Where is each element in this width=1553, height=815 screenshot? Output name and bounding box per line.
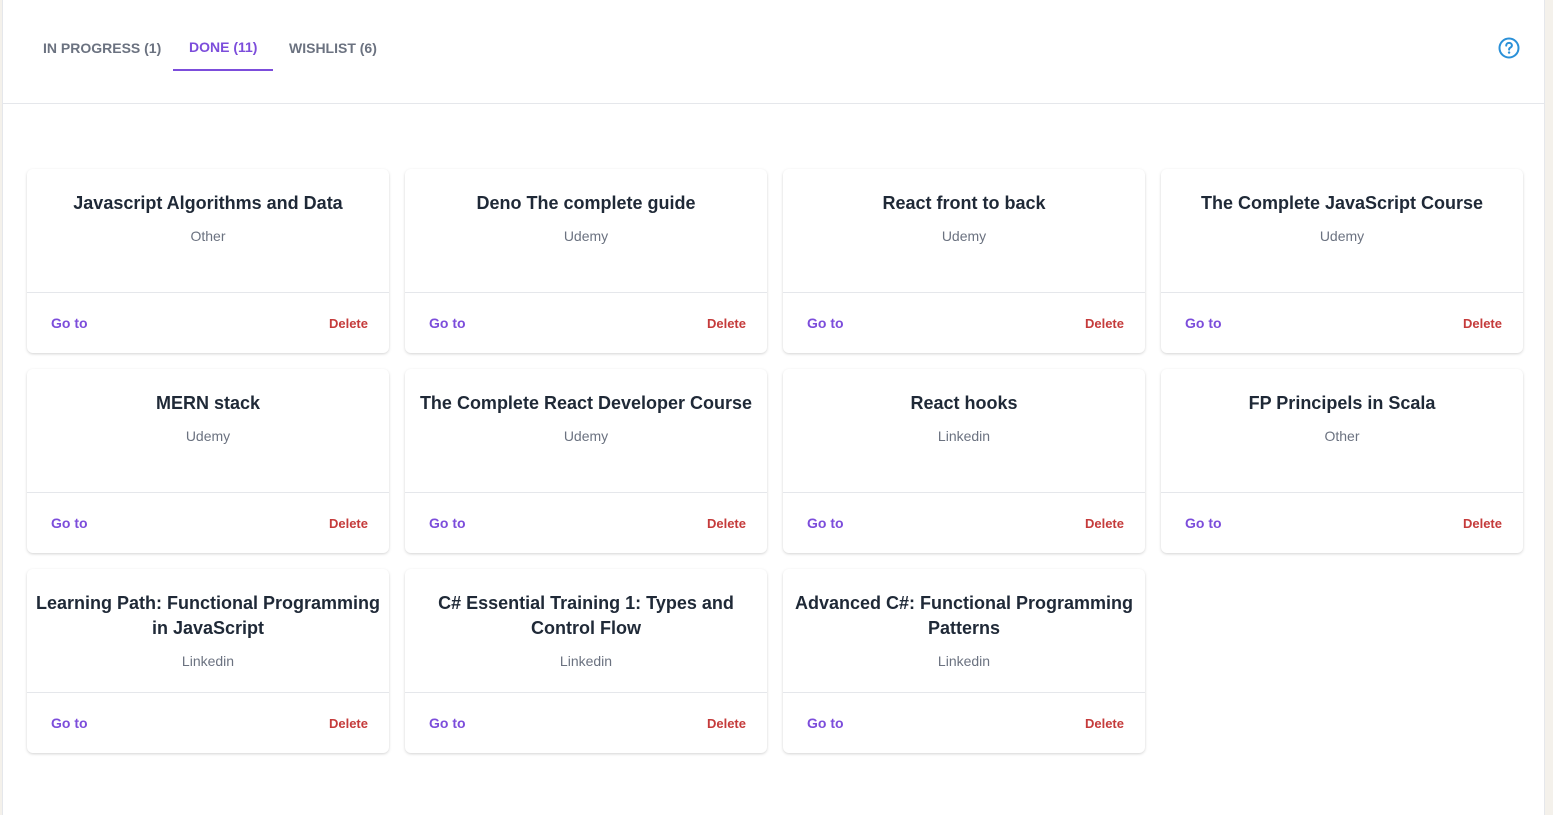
course-card: React front to back Udemy Go to Delete [783,169,1145,353]
course-card: Javascript Algorithms and Data Other Go … [27,169,389,353]
tab-wishlist[interactable]: WISHLIST (6) [273,24,393,71]
go-to-link[interactable]: Go to [1185,315,1222,331]
course-title: The Complete JavaScript Course [1200,193,1484,213]
course-provider: Linkedin [937,428,991,444]
course-provider: Udemy [1319,228,1365,244]
course-card: C# Essential Training 1: Types and Contr… [405,569,767,753]
course-card: React hooks Linkedin Go to Delete [783,369,1145,553]
go-to-link[interactable]: Go to [1185,515,1222,531]
course-title: React front to back [882,193,1046,213]
card-footer: Go to Delete [405,493,767,553]
card-footer: Go to Delete [783,493,1145,553]
delete-link[interactable]: Delete [329,716,368,731]
card-body: Advanced C#: Functional Programming Patt… [783,569,1145,693]
course-card: The Complete React Developer Course Udem… [405,369,767,553]
delete-link[interactable]: Delete [707,516,746,531]
go-to-link[interactable]: Go to [429,715,466,731]
course-provider: Udemy [563,228,609,244]
card-footer: Go to Delete [1161,493,1523,553]
card-footer: Go to Delete [783,293,1145,353]
course-title: FP Principels in Scala [1248,393,1436,413]
card-footer: Go to Delete [405,293,767,353]
course-provider: Linkedin [937,653,991,669]
course-title: React hooks [910,393,1018,413]
card-footer: Go to Delete [27,493,389,553]
course-provider: Udemy [563,428,609,444]
course-card: FP Principels in Scala Other Go to Delet… [1161,369,1523,553]
question-circle-icon[interactable] [1498,37,1520,59]
delete-link[interactable]: Delete [1085,316,1124,331]
delete-link[interactable]: Delete [329,516,368,531]
card-footer: Go to Delete [27,693,389,753]
go-to-link[interactable]: Go to [51,715,88,731]
card-footer: Go to Delete [27,293,389,353]
go-to-link[interactable]: Go to [429,515,466,531]
course-title: Learning Path: Functional Programming in… [35,593,381,638]
go-to-link[interactable]: Go to [807,315,844,331]
course-provider: Linkedin [181,653,235,669]
course-provider: Other [1324,428,1360,444]
card-body: Learning Path: Functional Programming in… [27,569,389,693]
course-title: Javascript Algorithms and Data [73,193,343,213]
course-card: The Complete JavaScript Course Udemy Go … [1161,169,1523,353]
course-card: Advanced C#: Functional Programming Patt… [783,569,1145,753]
course-provider: Udemy [941,228,987,244]
go-to-link[interactable]: Go to [429,315,466,331]
card-body: The Complete JavaScript Course Udemy [1161,169,1523,293]
card-footer: Go to Delete [405,693,767,753]
course-provider: Linkedin [559,653,613,669]
tab-in-progress[interactable]: IN PROGRESS (1) [27,24,177,71]
card-body: FP Principels in Scala Other [1161,369,1523,493]
card-body: Deno The complete guide Udemy [405,169,767,293]
go-to-link[interactable]: Go to [807,715,844,731]
go-to-link[interactable]: Go to [51,515,88,531]
card-footer: Go to Delete [783,693,1145,753]
delete-link[interactable]: Delete [1463,316,1502,331]
course-title: Advanced C#: Functional Programming Patt… [794,593,1134,638]
delete-link[interactable]: Delete [1085,716,1124,731]
course-card: Learning Path: Functional Programming in… [27,569,389,753]
card-body: The Complete React Developer Course Udem… [405,369,767,493]
delete-link[interactable]: Delete [1085,516,1124,531]
delete-link[interactable]: Delete [707,316,746,331]
card-footer: Go to Delete [1161,293,1523,353]
delete-link[interactable]: Delete [707,716,746,731]
go-to-link[interactable]: Go to [807,515,844,531]
course-title: MERN stack [155,393,261,413]
go-to-link[interactable]: Go to [51,315,88,331]
course-title: The Complete React Developer Course [419,393,753,413]
tabs-bar: IN PROGRESS (1) DONE (11) WISHLIST (6) [3,0,1544,104]
card-body: MERN stack Udemy [27,369,389,493]
card-body: React front to back Udemy [783,169,1145,293]
tab-done[interactable]: DONE (11) [173,24,274,71]
course-card: Deno The complete guide Udemy Go to Dele… [405,169,767,353]
course-title: C# Essential Training 1: Types and Contr… [438,593,734,638]
main-panel: IN PROGRESS (1) DONE (11) WISHLIST (6) J… [2,0,1545,815]
card-body: Javascript Algorithms and Data Other [27,169,389,293]
delete-link[interactable]: Delete [1463,516,1502,531]
course-provider: Udemy [185,428,231,444]
card-body: C# Essential Training 1: Types and Contr… [405,569,767,693]
course-grid: Javascript Algorithms and Data Other Go … [27,169,1523,753]
course-card: MERN stack Udemy Go to Delete [27,369,389,553]
delete-link[interactable]: Delete [329,316,368,331]
course-title: Deno The complete guide [476,193,696,213]
course-provider: Other [190,228,226,244]
card-body: React hooks Linkedin [783,369,1145,493]
